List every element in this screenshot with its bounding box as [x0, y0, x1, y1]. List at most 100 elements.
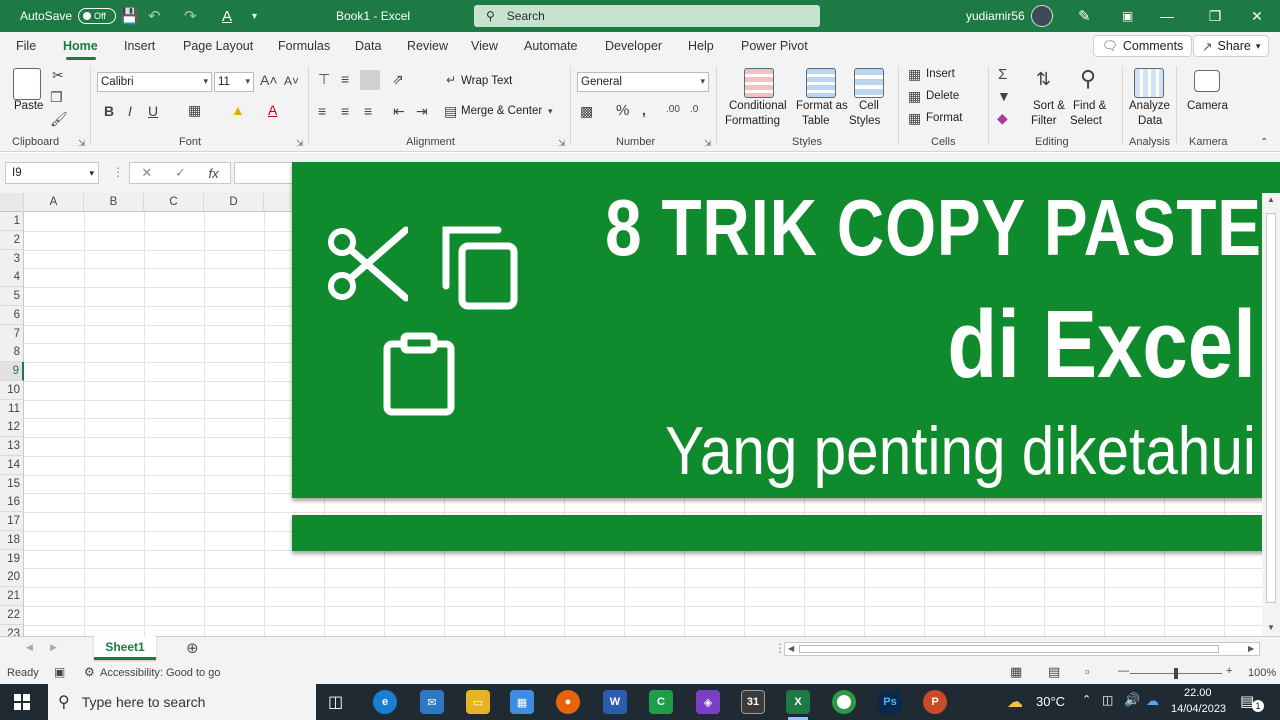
- align-center-icon[interactable]: ≡: [341, 104, 349, 118]
- hscroll-thumb[interactable]: [799, 645, 1219, 653]
- paste-icon[interactable]: [13, 68, 41, 100]
- page-break-view-icon[interactable]: ▫: [1085, 664, 1090, 679]
- tray-chevron-icon[interactable]: ⌃: [1082, 693, 1091, 706]
- tab-page-layout[interactable]: Page Layout: [183, 39, 253, 53]
- row-header[interactable]: 12: [0, 418, 24, 438]
- save-icon[interactable]: 💾: [120, 0, 139, 32]
- zoom-out-icon[interactable]: —: [1118, 665, 1129, 677]
- clock-time[interactable]: 22.00: [1184, 687, 1212, 699]
- autosave-toggle[interactable]: Off: [78, 8, 117, 24]
- minimize-button[interactable]: —: [1144, 0, 1190, 32]
- row-header[interactable]: 11: [0, 399, 24, 419]
- user-name[interactable]: yudiamir56: [966, 0, 1025, 32]
- accessibility-icon[interactable]: ⚙: [84, 665, 95, 679]
- row-header[interactable]: 7: [0, 324, 24, 344]
- percent-icon[interactable]: %: [616, 103, 629, 118]
- share-button[interactable]: ↗ Share ▾: [1193, 35, 1270, 57]
- autosave[interactable]: AutoSave Off: [20, 0, 117, 32]
- delete-cells-button[interactable]: Delete: [926, 90, 959, 102]
- redo-icon[interactable]: ↷: [184, 0, 197, 32]
- borders-icon[interactable]: ▦: [188, 103, 201, 117]
- tab-home[interactable]: Home: [63, 39, 98, 53]
- excel-taskbar-icon[interactable]: X: [786, 690, 810, 714]
- comma-style-icon[interactable]: ,: [642, 103, 646, 117]
- tab-review[interactable]: Review: [407, 39, 448, 53]
- row-header[interactable]: 22: [0, 605, 24, 625]
- row-header[interactable]: 3: [0, 249, 24, 269]
- mail-icon[interactable]: ✉: [420, 690, 444, 714]
- tab-file[interactable]: File: [16, 39, 36, 53]
- file-explorer-icon[interactable]: ▭: [466, 690, 490, 714]
- tab-automate[interactable]: Automate: [524, 39, 578, 53]
- font-size-combo[interactable]: 11 ▾: [214, 72, 254, 92]
- scroll-up-icon[interactable]: ▲: [1267, 195, 1275, 204]
- underline-button[interactable]: U: [148, 104, 158, 118]
- pen-icon[interactable]: ✎: [1078, 0, 1091, 32]
- scroll-left-icon[interactable]: ◀: [788, 644, 794, 653]
- horizontal-scrollbar[interactable]: ◀ ▶: [784, 642, 1260, 656]
- firefox-icon[interactable]: ●: [556, 690, 580, 714]
- insert-cells-button[interactable]: Insert: [926, 68, 955, 80]
- italic-button[interactable]: I: [128, 104, 132, 118]
- row-header[interactable]: 21: [0, 587, 24, 606]
- align-middle-icon[interactable]: ≡: [341, 72, 349, 86]
- row-header[interactable]: 6: [0, 305, 24, 325]
- add-sheet-icon[interactable]: ⊕: [186, 639, 199, 657]
- format-as-table-button[interactable]: Format as: [796, 100, 848, 112]
- scroll-down-icon[interactable]: ▼: [1267, 623, 1275, 632]
- insert-function-button[interactable]: fx: [209, 166, 219, 181]
- row-header[interactable]: 17: [0, 512, 24, 531]
- align-top-icon[interactable]: ⊤: [318, 72, 330, 86]
- camera-button[interactable]: Camera: [1187, 100, 1228, 112]
- powerpoint-icon[interactable]: P: [923, 690, 947, 714]
- word-icon[interactable]: W: [603, 690, 627, 714]
- merge-center-button[interactable]: Merge & Center: [461, 105, 542, 117]
- maximize-button[interactable]: ❐: [1192, 0, 1238, 32]
- font-launcher-icon[interactable]: ⇲: [296, 138, 304, 149]
- weather-icon[interactable]: ☁: [1007, 692, 1023, 712]
- number-launcher-icon[interactable]: ⇲: [704, 138, 712, 149]
- tab-formulas[interactable]: Formulas: [278, 39, 330, 53]
- task-view-icon[interactable]: ◫: [328, 692, 343, 712]
- row-header[interactable]: 20: [0, 568, 24, 588]
- select-all-corner[interactable]: [0, 193, 24, 212]
- column-header[interactable]: B: [84, 193, 144, 212]
- row-header[interactable]: 13: [0, 437, 24, 456]
- scroll-thumb[interactable]: [1266, 213, 1276, 603]
- orientation-icon[interactable]: ⇗: [392, 72, 404, 86]
- row-header[interactable]: 15: [0, 474, 24, 494]
- row-header[interactable]: 18: [0, 530, 24, 550]
- tab-help[interactable]: Help: [688, 39, 714, 53]
- row-header[interactable]: 23: [0, 624, 24, 636]
- chrome-icon[interactable]: [832, 690, 856, 714]
- undo-icon[interactable]: ↶: [148, 0, 161, 32]
- autosum-icon[interactable]: Σ: [998, 67, 1007, 82]
- accounting-format-icon[interactable]: ▩: [580, 104, 593, 118]
- fill-color-icon[interactable]: ▲: [231, 103, 245, 117]
- camtasia-icon[interactable]: C: [649, 690, 673, 714]
- vertical-scrollbar[interactable]: ▲ ▼: [1262, 193, 1280, 636]
- sort-filter-button[interactable]: Sort &: [1033, 100, 1065, 112]
- copy-icon[interactable]: ❐: [50, 90, 63, 104]
- photoshop-icon[interactable]: Ps: [878, 690, 902, 714]
- alignment-launcher-icon[interactable]: ⇲: [558, 138, 566, 149]
- increase-decimal-icon[interactable]: .00: [666, 105, 680, 115]
- bold-button[interactable]: B: [104, 104, 114, 118]
- game-icon[interactable]: ◈: [696, 690, 720, 714]
- windows-start-icon[interactable]: [14, 694, 30, 710]
- clock-date[interactable]: 14/04/2023: [1171, 703, 1226, 715]
- close-button[interactable]: ✕: [1234, 0, 1280, 32]
- edge-icon[interactable]: e: [373, 690, 397, 714]
- decrease-decimal-icon[interactable]: .0: [690, 105, 698, 115]
- row-header[interactable]: 16: [0, 493, 24, 513]
- column-header[interactable]: D: [204, 193, 264, 212]
- ribbon-display-icon[interactable]: ▣: [1122, 0, 1133, 32]
- zoom-level[interactable]: 100%: [1248, 667, 1276, 679]
- collapse-ribbon-icon[interactable]: ⌃: [1260, 138, 1268, 148]
- paste-button[interactable]: Paste: [14, 100, 43, 112]
- font-color-icon[interactable]: A: [268, 103, 277, 117]
- increase-font-icon[interactable]: A˄: [260, 73, 278, 87]
- row-header[interactable]: 10: [0, 380, 24, 400]
- column-header[interactable]: C: [144, 193, 204, 212]
- normal-view-icon[interactable]: ▦: [1010, 664, 1022, 680]
